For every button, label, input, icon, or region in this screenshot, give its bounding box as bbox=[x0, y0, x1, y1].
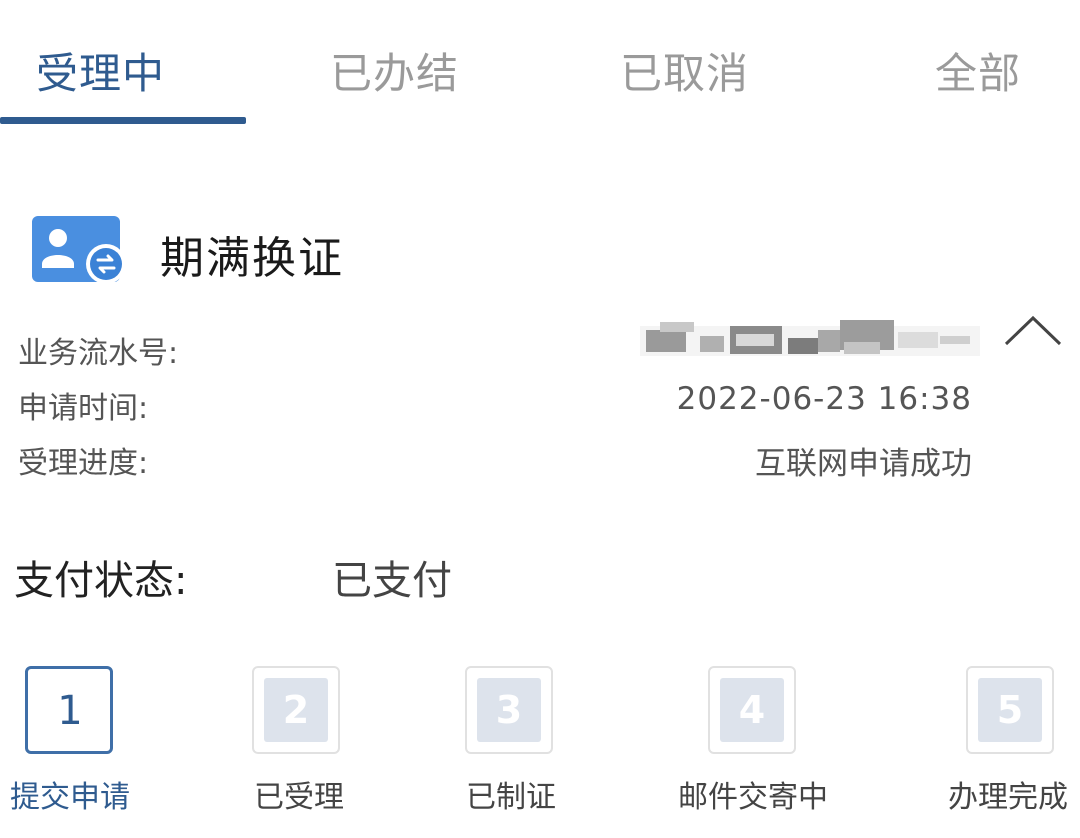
step-1-box: 1 bbox=[25, 666, 113, 754]
active-tab-indicator bbox=[0, 117, 246, 124]
step-4-number: 4 bbox=[720, 678, 784, 742]
service-title: 期满换证 bbox=[160, 233, 344, 284]
step-2-number: 2 bbox=[264, 678, 328, 742]
step-5-label: 办理完成 bbox=[948, 780, 1068, 815]
step-4-box: 4 bbox=[708, 666, 796, 754]
step-4-label: 邮件交寄中 bbox=[678, 780, 828, 815]
progress-value: 互联网申请成功 bbox=[755, 446, 972, 482]
step-1-label: 提交申请 bbox=[10, 780, 130, 815]
progress-label: 受理进度: bbox=[18, 446, 149, 481]
tab-cancelled[interactable]: 已取消 bbox=[620, 40, 749, 101]
step-3-number: 3 bbox=[477, 678, 541, 742]
apply-time-label: 申请时间: bbox=[18, 391, 149, 426]
chevron-up-icon[interactable] bbox=[1000, 310, 1066, 354]
payment-status-label: 支付状态: bbox=[14, 558, 188, 604]
payment-status-value: 已支付 bbox=[332, 558, 452, 604]
redacted-serial-value bbox=[640, 316, 980, 364]
step-1-number: 1 bbox=[57, 688, 83, 734]
tab-all[interactable]: 全部 bbox=[935, 40, 1021, 101]
step-3-label: 已制证 bbox=[466, 780, 556, 815]
step-5-box: 5 bbox=[966, 666, 1054, 754]
tab-completed[interactable]: 已办结 bbox=[330, 40, 459, 101]
step-2-label: 已受理 bbox=[254, 780, 344, 815]
serial-number-label: 业务流水号: bbox=[18, 336, 179, 371]
step-5-number: 5 bbox=[978, 678, 1042, 742]
step-2-box: 2 bbox=[252, 666, 340, 754]
id-card-renew-icon bbox=[32, 214, 126, 286]
step-3-box: 3 bbox=[465, 666, 553, 754]
status-tab-bar: 受理中 已办结 已取消 全部 bbox=[0, 0, 1080, 130]
tab-in-progress[interactable]: 受理中 bbox=[36, 40, 165, 101]
apply-time-value: 2022-06-23 16:38 bbox=[676, 381, 972, 417]
